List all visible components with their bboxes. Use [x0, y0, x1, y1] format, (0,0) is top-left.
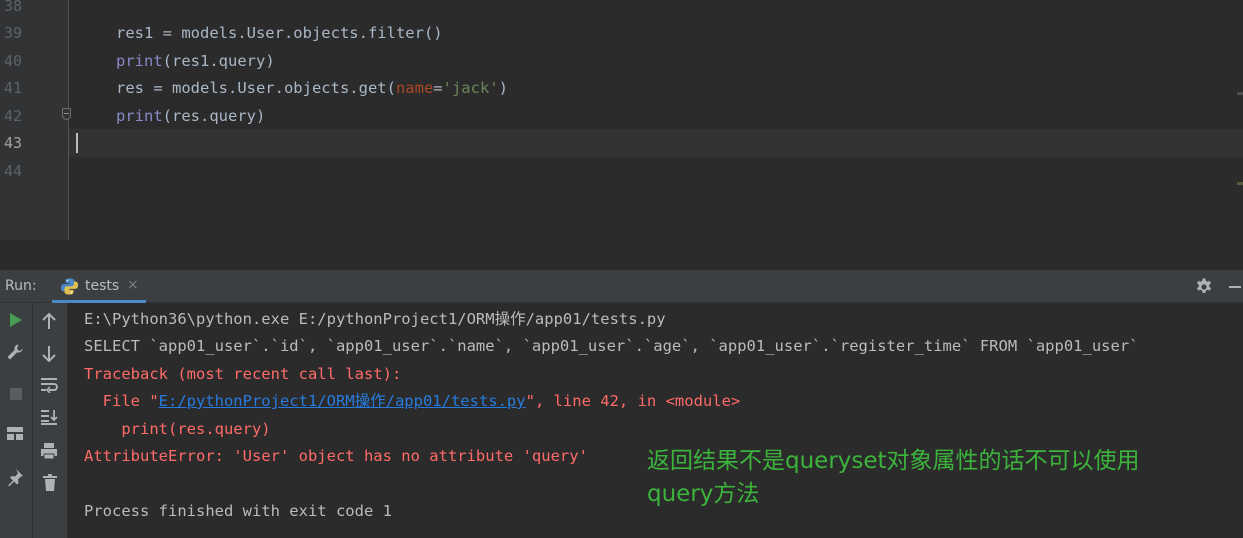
console-error-line: print(res.query): [84, 420, 271, 438]
console-error-line: AttributeError: 'User' object has no att…: [84, 447, 588, 465]
line-number: 42: [3, 107, 22, 125]
arrow-down-icon[interactable]: [38, 345, 60, 367]
tab-tests[interactable]: tests ×: [52, 270, 146, 303]
soft-wrap-icon[interactable]: [38, 377, 60, 399]
line-number: 40: [3, 52, 22, 70]
tab-label: tests: [85, 278, 120, 294]
line-number: 39: [3, 24, 22, 42]
code-line-41[interactable]: res = models.User.objects.get(name='jack…: [116, 78, 508, 98]
annotation-text: query方法: [647, 481, 760, 507]
editor-bottom-area: [0, 240, 1243, 271]
console-line: E:\Python36\python.exe E:/pythonProject1…: [84, 310, 666, 328]
console-line: SELECT `app01_user`.`id`, `app01_user`.`…: [84, 337, 1139, 355]
gear-icon[interactable]: [1193, 276, 1215, 298]
python-icon: [60, 278, 79, 295]
scrollbar-marker: [1237, 182, 1243, 185]
scrollbar-marker: [1237, 92, 1243, 95]
pin-icon[interactable]: [4, 468, 26, 490]
annotation-text: 返回结果不是queryset对象属性的话不可以使用: [647, 448, 1140, 474]
text-caret: [76, 133, 78, 153]
console-error-line: File "E:/pythonProject1/ORM操作/app01/test…: [84, 392, 741, 410]
play-icon[interactable]: [5, 312, 27, 334]
fold-end-icon[interactable]: [62, 108, 71, 120]
code-editor[interactable]: 38 39 40 41 42 43 44 res1 = models.User.…: [0, 0, 1243, 240]
run-console[interactable]: E:\Python36\python.exe E:/pythonProject1…: [68, 303, 1243, 538]
run-toolwindow-header: Run: tests ×: [0, 270, 1243, 303]
arrow-up-icon[interactable]: [38, 312, 60, 334]
minimize-icon[interactable]: [1229, 286, 1241, 288]
run-label: Run:: [5, 278, 37, 294]
layout-icon[interactable]: [4, 426, 26, 448]
console-error-line: Traceback (most recent call last):: [84, 365, 402, 383]
line-number: 38: [3, 0, 22, 15]
run-toolbar-primary: [0, 303, 33, 538]
console-line: Process finished with exit code 1: [84, 502, 392, 520]
editor-gutter: 38 39 40 41 42 43 44: [0, 0, 69, 240]
line-number: 44: [3, 162, 22, 180]
code-line-39[interactable]: res1 = models.User.objects.filter(): [116, 23, 443, 43]
stop-icon[interactable]: [5, 385, 27, 407]
code-line-40[interactable]: print(res1.query): [116, 51, 275, 71]
scroll-to-end-icon[interactable]: [38, 409, 60, 431]
line-number: 41: [3, 79, 22, 97]
current-line-highlight: [69, 129, 1243, 157]
print-icon[interactable]: [38, 442, 60, 464]
wrench-icon[interactable]: [4, 343, 26, 365]
run-toolbar-secondary: [33, 303, 68, 538]
trash-icon[interactable]: [39, 474, 61, 496]
code-line-42[interactable]: print(res.query): [116, 106, 265, 126]
file-link[interactable]: E:/pythonProject1/ORM操作/app01/tests.py: [159, 392, 526, 410]
line-number-active: 43: [3, 134, 22, 152]
close-icon[interactable]: ×: [127, 277, 139, 293]
